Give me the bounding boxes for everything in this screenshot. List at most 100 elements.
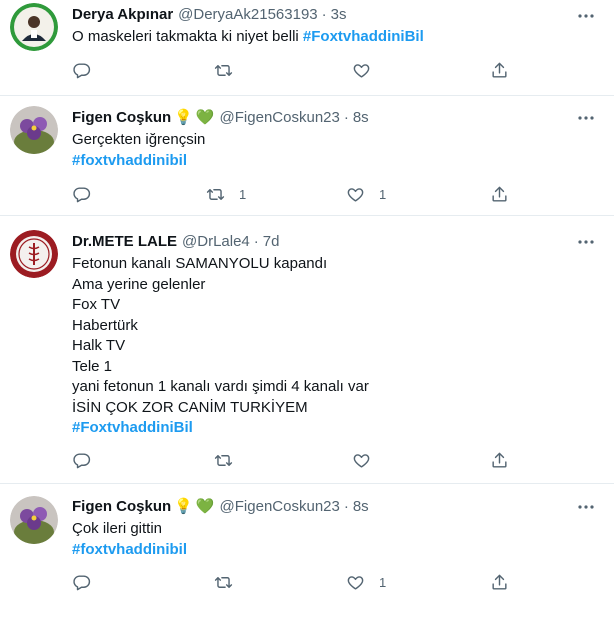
retweet-button[interactable]: [214, 60, 247, 80]
reply-icon: [73, 186, 91, 202]
display-name[interactable]: Figen Coşkun: [72, 497, 171, 517]
like-icon: [347, 575, 364, 590]
reply-icon: [73, 452, 91, 468]
avatar[interactable]: [10, 496, 58, 544]
share-icon: [492, 574, 507, 590]
tweet-actions: 1: [72, 572, 512, 592]
tweet-actions: [72, 60, 512, 80]
display-name[interactable]: Derya Akpınar: [72, 5, 173, 25]
share-button[interactable]: [490, 184, 509, 204]
tweet-actions: 1 1: [72, 184, 512, 204]
tweet-line: Ama yerine gelenler: [72, 275, 594, 296]
tweet-line: Fetonun kanalı SAMANYOLU kapandı: [72, 254, 594, 275]
tweet-line-text: Habertürk: [72, 316, 138, 334]
reply-button[interactable]: [72, 450, 105, 470]
retweet-button[interactable]: [214, 450, 247, 470]
tweet-content: Figen Coşkun 💡 💚 @FigenCoskun23 · 8s Ger…: [72, 108, 594, 171]
user-handle[interactable]: @FigenCoskun23: [220, 108, 340, 128]
tweet[interactable]: Dr.METE LALE @DrLale4 · 7d Fetonun kanal…: [0, 216, 614, 484]
tweet-line-text: Gerçekten iğrençsin: [72, 131, 206, 148]
like-count: 1: [379, 574, 387, 590]
like-icon: [353, 453, 370, 468]
tweet-line-text: yani fetonun 1 kanalı vardı şimdi 4 kana…: [72, 378, 369, 395]
share-icon: [492, 186, 507, 202]
separator: ·: [343, 498, 349, 515]
tweet-header: Derya Akpınar @DeryaAk21563193 · 3s: [72, 5, 594, 25]
tweet-line-text: Ama yerine gelenler: [72, 275, 206, 293]
reply-icon: [73, 574, 91, 590]
tweet-line: #foxtvhaddinibil: [72, 151, 594, 172]
timestamp[interactable]: 3s: [331, 5, 347, 25]
retweet-icon: [206, 188, 225, 200]
display-name[interactable]: Figen Coşkun: [72, 108, 171, 128]
tweet-line: #foxtvhaddinibil: [72, 540, 594, 561]
name-emoji: 💚: [195, 109, 215, 126]
retweet-icon: [214, 64, 233, 76]
share-icon: [492, 62, 507, 78]
retweet-icon: [214, 454, 233, 466]
tweet-header: Figen Coşkun 💡 💚 @FigenCoskun23 · 8s: [72, 497, 594, 517]
tweet-line-text: Tele 1: [72, 357, 113, 375]
like-button[interactable]: 1: [346, 572, 386, 592]
tweet-line: Halk TV: [72, 336, 594, 357]
more-icon[interactable]: [576, 232, 596, 252]
hashtag-link[interactable]: #FoxtvhaddiniBil: [72, 419, 193, 436]
tweet-line-text: Çok ileri gittin: [72, 520, 163, 537]
like-button[interactable]: [352, 450, 385, 470]
like-icon: [347, 187, 364, 202]
retweet-count: 1: [239, 186, 247, 202]
reply-button[interactable]: [72, 572, 105, 592]
tweet-line-text: İSİN ÇOK ZOR CANİM TURKİYEM: [72, 398, 308, 416]
hashtag-link[interactable]: #FoxtvhaddiniBil: [303, 28, 424, 45]
tweet[interactable]: Figen Coşkun 💡 💚 @FigenCoskun23 · 8s Çok…: [0, 484, 614, 619]
tweet-text: O maskeleri takmakta ki niyet belli #Fox…: [72, 27, 594, 48]
timestamp[interactable]: 7d: [263, 232, 280, 252]
avatar[interactable]: [10, 106, 58, 154]
timestamp[interactable]: 8s: [353, 108, 369, 128]
tweet-header: Figen Coşkun 💡 💚 @FigenCoskun23 · 8s: [72, 108, 594, 128]
tweet-line: Habertürk: [72, 316, 594, 337]
reply-button[interactable]: [72, 60, 105, 80]
share-button[interactable]: [490, 450, 509, 470]
separator: ·: [253, 233, 259, 250]
tweet[interactable]: Derya Akpınar @DeryaAk21563193 · 3s O ma…: [0, 0, 614, 96]
like-button[interactable]: 1: [346, 184, 386, 204]
like-icon: [353, 63, 370, 78]
tweet-line: Çok ileri gittin: [72, 519, 594, 540]
user-handle[interactable]: @DeryaAk21563193: [178, 5, 317, 25]
separator: ·: [321, 6, 327, 23]
hashtag-link[interactable]: #foxtvhaddinibil: [72, 541, 187, 558]
display-name[interactable]: Dr.METE LALE: [72, 232, 177, 252]
tweet-text: Gerçekten iğrençsin #foxtvhaddinibil: [72, 130, 594, 171]
name-emoji: 💚: [195, 498, 215, 515]
avatar[interactable]: [10, 230, 58, 278]
retweet-button[interactable]: 1: [206, 184, 246, 204]
tweet[interactable]: Figen Coşkun 💡 💚 @FigenCoskun23 · 8s Ger…: [0, 96, 614, 216]
reply-button[interactable]: [72, 184, 105, 204]
tweet-content: Figen Coşkun 💡 💚 @FigenCoskun23 · 8s Çok…: [72, 497, 594, 560]
more-icon[interactable]: [576, 108, 596, 128]
user-handle[interactable]: @DrLale4: [182, 232, 250, 252]
timestamp[interactable]: 8s: [353, 497, 369, 517]
separator: ·: [343, 109, 349, 126]
tweet-line-text: Fetonun kanalı SAMANYOLU kapandı: [72, 255, 328, 272]
hashtag-link[interactable]: #foxtvhaddinibil: [72, 152, 187, 169]
tweet-header: Dr.METE LALE @DrLale4 · 7d: [72, 232, 594, 252]
user-handle[interactable]: @FigenCoskun23: [220, 497, 340, 517]
name-emoji: 💡: [174, 498, 193, 515]
tweet-actions: [72, 450, 512, 470]
tweet-line: O maskeleri takmakta ki niyet belli #Fox…: [72, 27, 594, 48]
tweet-content: Dr.METE LALE @DrLale4 · 7d Fetonun kanal…: [72, 232, 594, 439]
more-icon[interactable]: [576, 6, 596, 26]
tweet-line: Fox TV: [72, 295, 594, 316]
tweet-line: #FoxtvhaddiniBil: [72, 418, 594, 439]
tweet-feed: Derya Akpınar @DeryaAk21563193 · 3s O ma…: [0, 0, 614, 619]
share-button[interactable]: [490, 572, 509, 592]
like-button[interactable]: [352, 60, 385, 80]
tweet-line: Tele 1: [72, 357, 594, 378]
more-icon[interactable]: [576, 497, 596, 517]
avatar[interactable]: [10, 3, 58, 51]
tweet-line: İSİN ÇOK ZOR CANİM TURKİYEM: [72, 398, 594, 419]
share-button[interactable]: [490, 60, 509, 80]
retweet-button[interactable]: [214, 572, 247, 592]
